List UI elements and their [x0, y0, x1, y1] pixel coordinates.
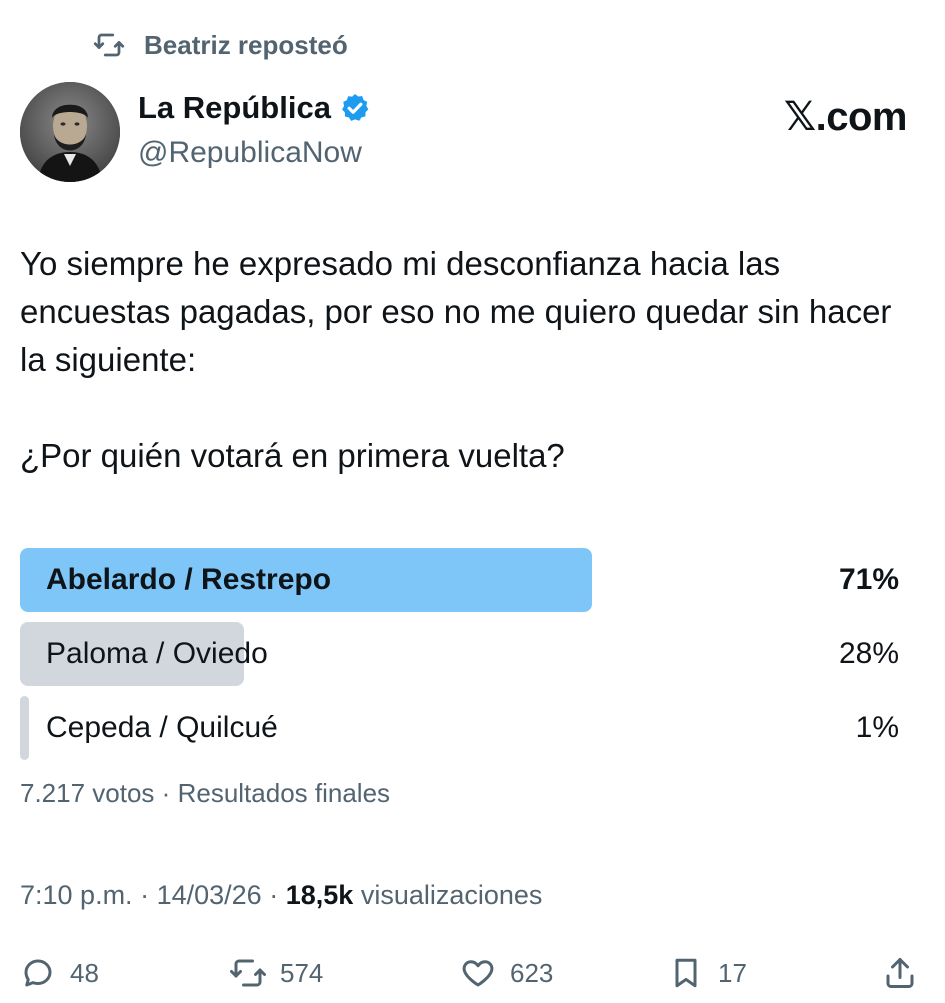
x-logo-glyph: 𝕏 — [783, 94, 816, 140]
poll-option-percent: 28% — [838, 637, 899, 670]
poll-option[interactable]: Cepeda / Quilcué 1% — [20, 696, 905, 760]
separator-dot: · — [269, 880, 279, 910]
like-button[interactable]: 623 — [460, 948, 553, 998]
tweet-date[interactable]: 14/03/26 — [157, 880, 262, 910]
poll-option-label: Cepeda / Quilcué — [46, 711, 278, 744]
avatar[interactable] — [20, 82, 120, 182]
poll-votes: 7.217 votos — [20, 778, 155, 808]
repost-icon — [230, 959, 266, 987]
bookmark-button[interactable]: 17 — [668, 948, 747, 998]
repost-button[interactable]: 574 — [230, 948, 323, 998]
separator-dot: · — [140, 880, 150, 910]
views-count: 18,5k — [285, 880, 354, 910]
action-bar: 48 574 623 17 — [20, 948, 925, 998]
reply-icon — [24, 959, 52, 987]
poll-option[interactable]: Abelardo / Restrepo 71% — [20, 548, 905, 612]
poll-question: ¿Por quién votará en primera vuelta? — [20, 437, 565, 474]
share-button[interactable] — [882, 948, 918, 998]
tweet-time[interactable]: 7:10 p.m. — [20, 880, 133, 910]
poll-option-label: Abelardo / Restrepo — [46, 563, 332, 596]
share-icon — [886, 958, 914, 988]
like-count: 623 — [510, 957, 554, 988]
poll-option-percent: 1% — [855, 711, 899, 744]
verified-badge-icon — [342, 94, 369, 121]
author-name[interactable]: La República — [138, 90, 331, 126]
reply-count: 48 — [70, 957, 99, 988]
repost-count: 574 — [280, 957, 324, 988]
avatar-portrait — [20, 82, 120, 182]
tweet-text: Yo siempre he expresado mi desconfianza … — [20, 240, 925, 480]
tweet-body: Yo siempre he expresado mi desconfianza … — [20, 245, 892, 378]
poll-meta: 7.217 votos · Resultados finales — [20, 778, 390, 809]
separator-dot: · — [161, 778, 171, 808]
poll-option-label: Paloma / Oviedo — [46, 637, 268, 670]
bookmark-icon — [675, 958, 697, 988]
repost-text: Beatriz reposteó — [144, 29, 348, 60]
x-logo-domain: .com — [815, 95, 908, 139]
author-name-row[interactable]: La República — [138, 90, 371, 126]
author-handle[interactable]: @RepublicaNow — [138, 136, 362, 170]
reply-button[interactable]: 48 — [20, 948, 99, 998]
poll-status: Resultados finales — [177, 778, 391, 808]
bookmark-count: 17 — [718, 957, 747, 988]
repost-icon — [93, 33, 125, 57]
repost-indicator[interactable]: Beatriz reposteó — [92, 28, 348, 62]
heart-icon — [462, 960, 494, 987]
poll-bar — [20, 696, 29, 760]
poll-option[interactable]: Paloma / Oviedo 28% — [20, 622, 905, 686]
poll-option-percent: 71% — [838, 563, 899, 596]
x-com-logo: 𝕏.com — [783, 94, 908, 140]
views-label: visualizaciones — [360, 880, 543, 910]
tweet-timestamp-row: 7:10 p.m. · 14/03/26 · 18,5k visualizaci… — [20, 880, 542, 911]
